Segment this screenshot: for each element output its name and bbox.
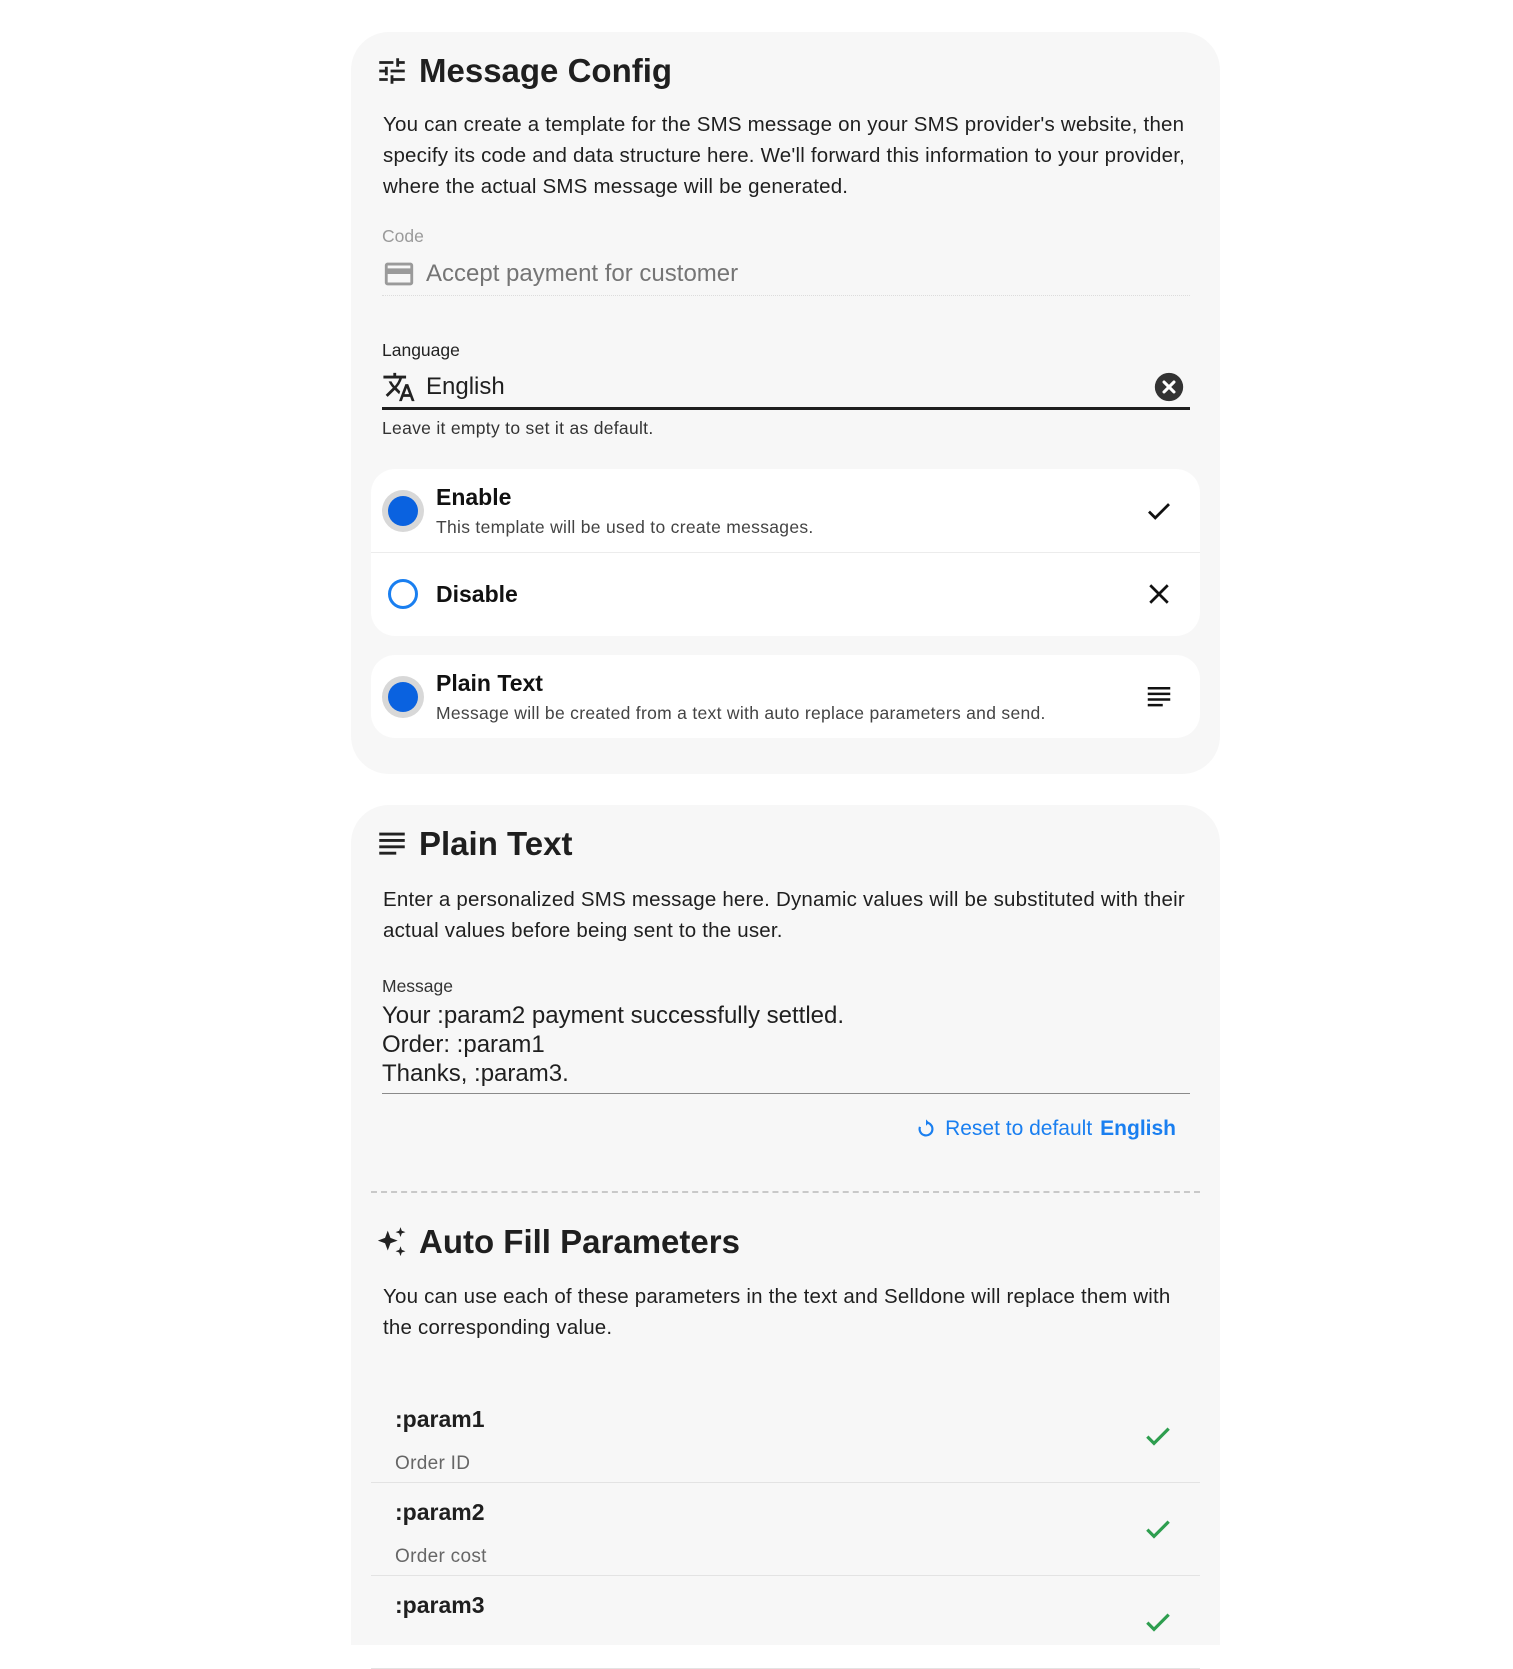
param-row[interactable]: :param1 Order ID: [371, 1390, 1200, 1483]
message-line: Order: :param1: [382, 1031, 545, 1058]
plain-text-card: Plain Text Enter a personalized SMS mess…: [351, 805, 1220, 1669]
close-icon: [1149, 584, 1169, 604]
reset-label: Reset to default: [945, 1117, 1093, 1140]
param-name: :param1: [395, 1406, 485, 1432]
reset-to-default-button[interactable]: Reset to default English: [915, 1117, 1176, 1141]
message-textarea[interactable]: Your :param2 payment successfully settle…: [382, 1001, 1190, 1094]
code-label: Code: [382, 226, 424, 246]
message-line: Thanks, :param3.: [382, 1060, 569, 1087]
reset-language: English: [1100, 1117, 1176, 1140]
auto-fill-description: You can use each of these parameters in …: [383, 1285, 1171, 1339]
text-lines-icon: [1147, 686, 1171, 706]
check-icon: [1146, 1427, 1170, 1446]
radio-disable[interactable]: [388, 579, 418, 609]
language-hint: Leave it empty to set it as default.: [382, 418, 654, 438]
plain-text-title: Plain Text: [375, 825, 572, 863]
param-desc: Order ID: [395, 1453, 471, 1474]
clear-icon[interactable]: [1152, 370, 1186, 404]
message-config-title: Message Config: [375, 52, 672, 90]
message-line: Your :param2 payment successfully settle…: [382, 1002, 845, 1029]
radio-plain-text[interactable]: [382, 675, 424, 718]
language-field[interactable]: English: [382, 366, 1190, 410]
language-label: Language: [382, 340, 460, 360]
tune-icon: [379, 58, 405, 84]
message-config-title-text: Message Config: [419, 52, 673, 89]
section-divider: [371, 1191, 1200, 1193]
refresh-icon: [918, 1119, 934, 1137]
option-plain-text[interactable]: Plain Text Message will be created from …: [371, 655, 1200, 738]
language-value: English: [426, 372, 505, 400]
auto-fill-title: Auto Fill Parameters: [375, 1223, 740, 1261]
message-config-card: Message Config You can create a template…: [351, 32, 1220, 774]
option-plain-text-title: Plain Text: [436, 669, 543, 696]
code-field[interactable]: [382, 252, 1190, 296]
radio-enable[interactable]: [382, 489, 424, 532]
check-icon: [1146, 1520, 1170, 1539]
option-enable[interactable]: Enable This template will be used to cre…: [371, 469, 1200, 552]
plain-text-description: Enter a personalized SMS message here. D…: [383, 888, 1185, 942]
plain-text-title-text: Plain Text: [419, 825, 573, 862]
text-lines-icon: [379, 832, 405, 855]
option-plain-text-subtitle: Message will be created from a text with…: [436, 702, 1046, 723]
message-label: Message: [382, 976, 454, 996]
translate-icon: [383, 372, 415, 401]
type-options: Plain Text Message will be created from …: [371, 655, 1200, 738]
credit-card-icon: [384, 262, 414, 285]
option-enable-title: Enable: [436, 483, 512, 510]
code-input[interactable]: [426, 259, 1190, 288]
message-config-description: You can create a template for the SMS me…: [383, 113, 1186, 198]
check-icon: [1146, 1613, 1170, 1632]
status-options: Enable This template will be used to cre…: [371, 469, 1200, 636]
auto-fill-title-text: Auto Fill Parameters: [419, 1223, 740, 1260]
param-desc: Order cost: [395, 1546, 487, 1567]
param-name: :param3: [395, 1592, 485, 1618]
sparkle-icon: [377, 1227, 406, 1257]
param-row[interactable]: :param2 Order cost: [371, 1483, 1200, 1576]
option-disable[interactable]: Disable: [371, 552, 1200, 635]
param-name: :param2: [395, 1499, 485, 1525]
option-disable-title: Disable: [436, 580, 518, 607]
option-enable-subtitle: This template will be used to create mes…: [436, 516, 814, 537]
check-icon: [1148, 502, 1170, 520]
